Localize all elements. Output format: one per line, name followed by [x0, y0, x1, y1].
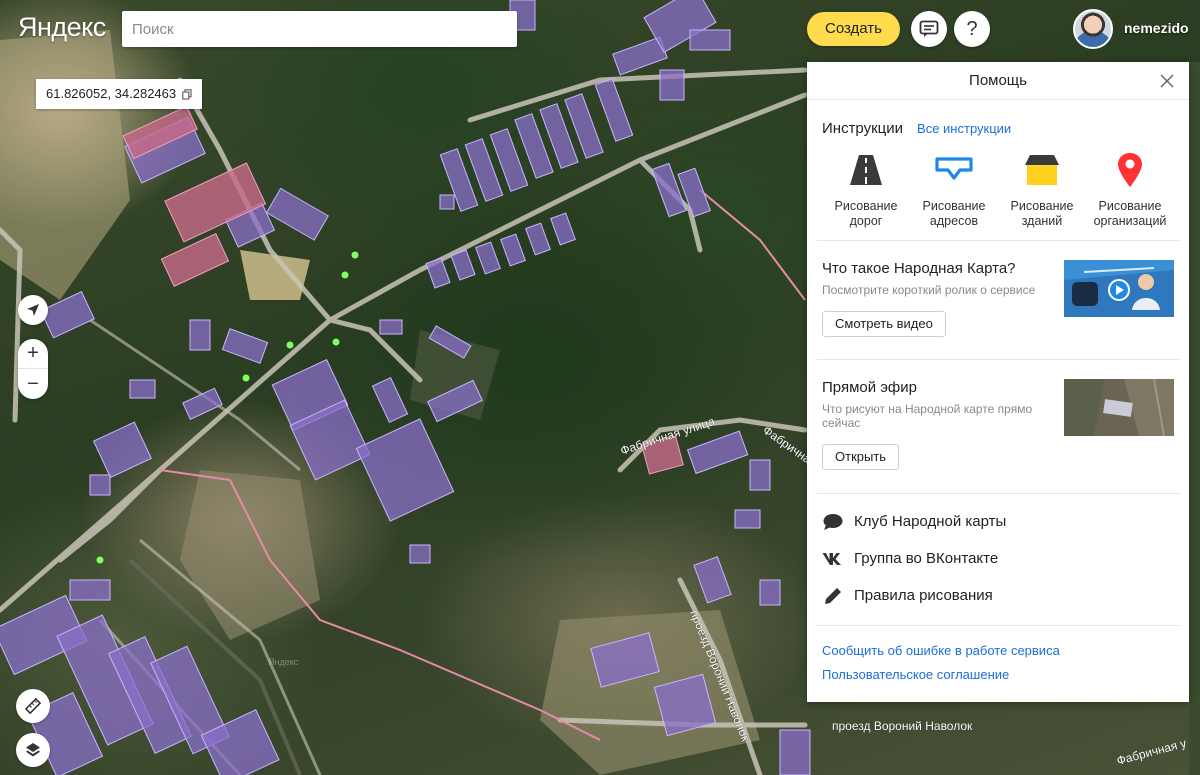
tool-label: Рисование [834, 199, 898, 213]
message-icon [919, 20, 939, 37]
search-input[interactable] [122, 11, 517, 47]
club-link[interactable]: Клуб Народной карты [822, 503, 1174, 540]
question-icon: ? [966, 17, 978, 40]
zoom-in-button[interactable]: + [18, 339, 48, 369]
feedback-button[interactable] [911, 11, 947, 47]
instructions-section: Инструкции Все инструкции Рисование дорог [822, 120, 1174, 229]
divider [817, 240, 1179, 241]
report-error-link[interactable]: Сообщить об ошибке в работе сервиса [822, 639, 1174, 663]
address-icon [935, 157, 973, 180]
chat-icon [823, 513, 843, 530]
tool-addresses[interactable]: Рисование адресов [910, 151, 998, 229]
vk-icon [822, 552, 841, 565]
video-thumbnail[interactable] [1064, 260, 1174, 317]
drawing-rules-link[interactable]: Правила рисования [822, 577, 1174, 614]
club-link-label: Клуб Народной карты [854, 513, 1007, 530]
drawing-rules-label: Правила рисования [854, 587, 993, 604]
live-card-subtitle: Что рисуют на Народной карте прямо сейча… [822, 402, 1033, 430]
divider [817, 625, 1179, 626]
zoom-out-button[interactable]: − [18, 369, 48, 399]
username[interactable]: nemezido [1124, 20, 1189, 36]
create-button[interactable]: Создать [807, 12, 900, 46]
zoom-control: + − [18, 339, 48, 399]
map-watermark: Яндекс [268, 657, 299, 667]
street-label: проезд Вороний Наволок [832, 719, 973, 733]
street-label: Фабричная у [1115, 736, 1188, 768]
divider [817, 493, 1179, 494]
yandex-logo[interactable]: Яндекс [18, 12, 106, 43]
community-links: Клуб Народной карты Группа во ВКонтакте … [822, 503, 1174, 614]
tool-label: организаций [1093, 214, 1167, 228]
tool-buildings[interactable]: Рисование зданий [998, 151, 1086, 229]
video-card-subtitle: Посмотрите короткий ролик о сервисе [822, 283, 1036, 297]
open-live-button[interactable]: Открыть [822, 444, 900, 470]
all-instructions-link[interactable]: Все инструкции [917, 121, 1011, 136]
watch-video-button[interactable]: Смотреть видео [822, 311, 946, 337]
road-icon [850, 155, 882, 185]
help-panel-title: Помощь [969, 72, 1027, 89]
tool-roads[interactable]: Рисование дорог [822, 151, 910, 229]
vk-group-link[interactable]: Группа во ВКонтакте [822, 540, 1174, 577]
vk-group-label: Группа во ВКонтакте [854, 550, 999, 567]
tool-label: адресов [929, 214, 979, 228]
close-icon[interactable] [1159, 73, 1175, 89]
divider [817, 359, 1179, 360]
pencil-icon [825, 587, 841, 604]
footer-links: Сообщить об ошибке в работе сервиса Поль… [822, 639, 1174, 687]
tool-label: зданий [1021, 214, 1063, 228]
avatar[interactable] [1073, 9, 1113, 49]
user-agreement-link[interactable]: Пользовательское соглашение [822, 663, 1174, 687]
layers-icon [26, 743, 40, 757]
live-thumbnail[interactable] [1064, 379, 1174, 436]
building-icon [1025, 155, 1059, 185]
video-card: Что такое Народная Карта? Посмотрите кор… [822, 260, 1174, 337]
tool-label: Рисование [1010, 199, 1074, 213]
ruler-button[interactable] [16, 689, 50, 723]
instructions-title: Инструкции [822, 120, 904, 137]
location-arrow-icon [27, 304, 39, 316]
tool-label: Рисование [1098, 199, 1162, 213]
tool-label: дорог [849, 214, 883, 228]
copy-icon[interactable] [182, 88, 192, 100]
help-panel: Помощь Инструкции Все инструкции Рисован… [807, 62, 1189, 702]
layers-button[interactable] [16, 733, 50, 767]
coordinates-box: 61.826052, 34.282463 [36, 79, 203, 109]
tool-label: Рисование [922, 199, 986, 213]
geolocation-button[interactable] [18, 295, 48, 325]
pin-icon [1118, 153, 1142, 187]
help-panel-header: Помощь [807, 62, 1189, 100]
help-button[interactable]: ? [954, 11, 990, 47]
coordinates-value: 61.826052, 34.282463 [46, 86, 177, 101]
ruler-icon [24, 697, 42, 715]
live-card: Прямой эфир Что рисуют на Народной карте… [822, 379, 1174, 470]
tool-organizations[interactable]: Рисование организаций [1086, 151, 1174, 229]
map-edge [1189, 62, 1200, 775]
